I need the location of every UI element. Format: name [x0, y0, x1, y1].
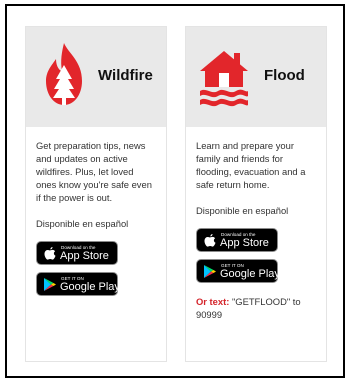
wildfire-card: Wildfire Get preparation tips, news and …: [25, 26, 167, 362]
flood-title: Flood: [264, 67, 305, 84]
flood-app-store-label: App Store: [220, 237, 269, 249]
wildfire-app-store-button[interactable]: Download on the App Store: [36, 241, 118, 265]
flood-app-store-button[interactable]: Download on the App Store: [196, 228, 278, 252]
wildfire-app-store-label: App Store: [60, 250, 109, 262]
flood-google-play-label: Google Play: [220, 268, 280, 280]
flood-card-header: Flood: [186, 27, 326, 127]
flood-description: Learn and prepare your family and friend…: [196, 140, 306, 190]
flood-google-play-button[interactable]: GET IT ON Google Play: [196, 259, 280, 283]
flood-card: Flood Learn and prepare your family and …: [185, 26, 327, 362]
flood-spanish-note: Disponible en español: [196, 205, 289, 216]
google-play-icon: [44, 278, 56, 291]
apple-icon: [204, 234, 216, 247]
app-promo-frame: Wildfire Get preparation tips, news and …: [5, 4, 345, 378]
wildfire-google-play-button[interactable]: GET IT ON Google Play: [36, 272, 120, 296]
wildfire-card-header: Wildfire: [26, 27, 166, 127]
flood-house-icon: [200, 51, 248, 107]
wildfire-icon: [46, 43, 82, 105]
google-play-icon: [204, 265, 216, 278]
wildfire-google-play-label: Google Play: [60, 281, 120, 293]
or-text-label: Or text:: [196, 296, 230, 307]
wildfire-description: Get preparation tips, news and updates o…: [36, 140, 152, 203]
wildfire-spanish-note: Disponible en español: [36, 218, 129, 229]
apple-icon: [44, 247, 56, 260]
flood-text-signup: Or text: "GETFLOOD" to 90999: [196, 295, 316, 321]
wildfire-title: Wildfire: [98, 67, 153, 84]
